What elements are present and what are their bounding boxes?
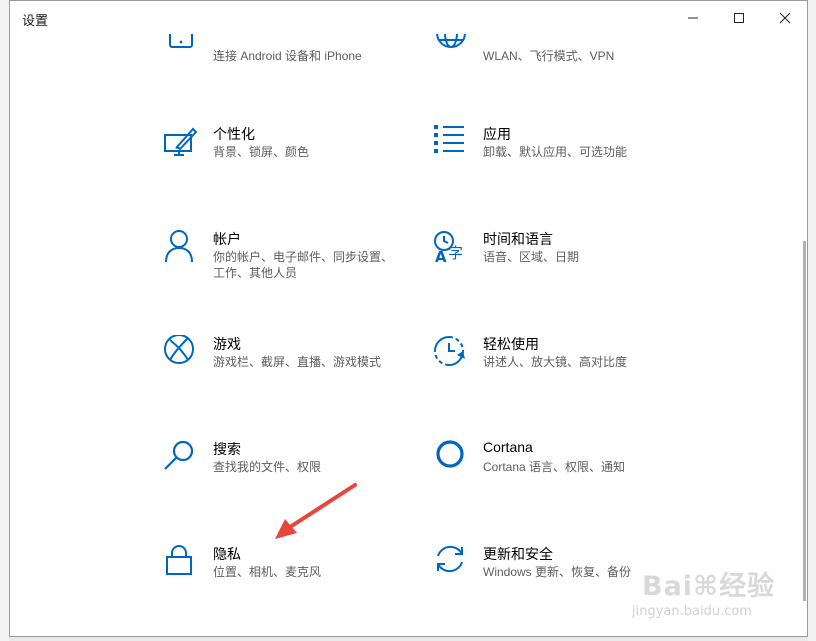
tile-name: 时间和语言 [483,231,553,247]
lock-icon [163,545,199,581]
tile-description: 讲述人、放大镜、高对比度 [483,355,628,369]
search-icon [163,440,199,476]
tile-gaming[interactable]: 游戏 游戏栏、截屏、直播、游戏模式 [163,335,423,395]
person-icon [163,230,199,266]
tile-time-language[interactable]: A字 时间和语言 语音、区域、日期 [433,230,693,290]
tile-description: 位置、相机、麦克风 [213,565,322,579]
maximize-button[interactable] [716,1,762,34]
tile-description: 你的帐户、电子邮件、同步设置、工作、其他人员 [213,250,394,280]
tile-ease-of-access[interactable]: 轻松使用 讲述人、放大镜、高对比度 [433,335,693,395]
title-bar[interactable]: 设置 [10,1,807,34]
tile-name: 更新和安全 [483,546,553,562]
tile-description: 卸载、默认应用、可选功能 [483,145,628,159]
settings-content: 连接 Android 设备和 iPhone WLAN、飞行模式、VPN 个性化 … [10,1,807,636]
time-language-icon: A字 [433,230,469,266]
tile-description: Windows 更新、恢复、备份 [483,565,632,579]
tile-cortana[interactable]: Cortana Cortana 语言、权限、通知 [433,439,693,500]
cortana-icon [433,440,469,476]
watermark-url: jingyan.baidu.com [632,604,752,619]
tile-phone[interactable]: 连接 Android 设备和 iPhone [163,29,423,89]
tile-name: 应用 [483,126,511,142]
minimize-icon [688,17,698,18]
tile-name: 游戏 [213,336,241,352]
window-title: 设置 [22,13,49,28]
background-left [0,0,9,641]
xbox-icon [163,335,199,371]
background-right [808,0,816,641]
apps-list-icon [433,125,469,161]
tile-description: WLAN、飞行模式、VPN [483,49,615,63]
tile-description: 背景、锁屏、颜色 [213,145,310,159]
globe-icon [433,29,469,65]
tile-description: Cortana 语言、权限、通知 [483,460,626,474]
tile-description: 连接 Android 设备和 iPhone [213,49,362,63]
tile-update-security[interactable]: 更新和安全 Windows 更新、恢复、备份 [433,545,693,605]
tile-personalization[interactable]: 个性化 背景、锁屏、颜色 [163,125,423,185]
svg-text:A: A [435,248,447,266]
tile-name: 轻松使用 [483,336,539,352]
tile-name: 个性化 [213,126,255,142]
sync-icon [433,545,469,581]
settings-window: 连接 Android 设备和 iPhone WLAN、飞行模式、VPN 个性化 … [9,0,808,637]
tile-name: 隐私 [213,546,241,562]
ease-of-access-icon [433,335,469,371]
tile-name: Cortana [483,439,533,455]
tile-description: 语音、区域、日期 [483,250,580,264]
close-button[interactable] [762,1,807,34]
tile-apps[interactable]: 应用 卸载、默认应用、可选功能 [433,125,693,185]
personalization-icon [163,125,199,161]
tile-privacy[interactable]: 隐私 位置、相机、麦克风 [163,545,423,605]
tile-description: 查找我的文件、权限 [213,460,322,474]
tile-search[interactable]: 搜索 查找我的文件、权限 [163,440,423,500]
maximize-icon [734,12,744,23]
vertical-scrollbar[interactable] [803,241,806,601]
phone-icon [163,29,199,65]
svg-text:字: 字 [448,244,463,262]
tile-name: 帐户 [213,231,241,247]
tile-accounts[interactable]: 帐户 你的帐户、电子邮件、同步设置、工作、其他人员 [163,230,423,290]
close-icon [779,12,791,23]
tile-description: 游戏栏、截屏、直播、游戏模式 [213,355,382,369]
tile-network[interactable]: WLAN、飞行模式、VPN [433,29,693,89]
minimize-button[interactable] [670,1,716,34]
tile-name: 搜索 [213,441,241,457]
